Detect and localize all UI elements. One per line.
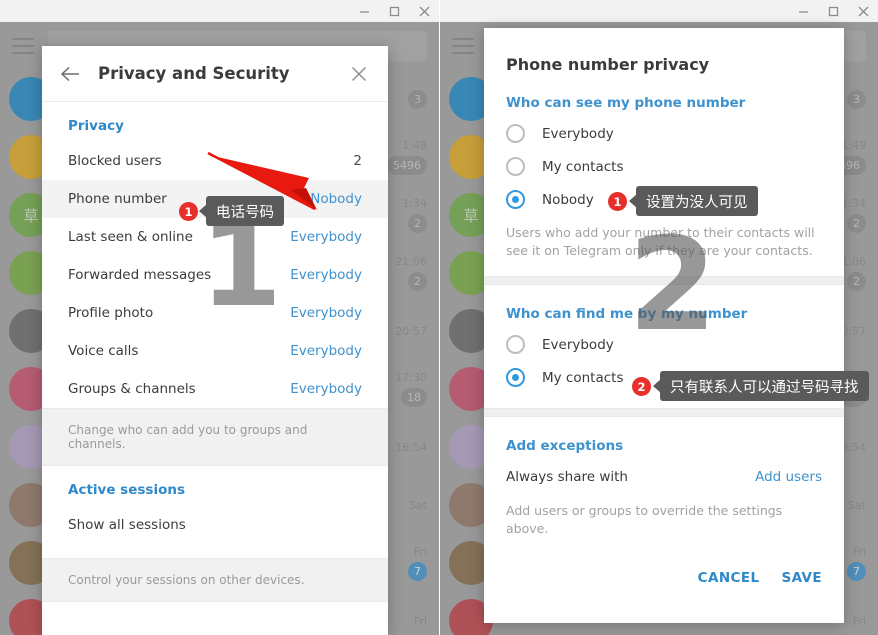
minimize-icon[interactable]: [788, 0, 818, 22]
section-divider-2: [484, 408, 844, 417]
privacy-row-value[interactable]: 2: [353, 153, 362, 169]
telegram-window-right: ...31:49496草1:34221:06220:5717:301816:54…: [440, 0, 878, 635]
radio-label: My contacts: [542, 369, 624, 386]
radio-label: My contacts: [542, 158, 624, 175]
privacy-row-value[interactable]: Everybody: [290, 381, 362, 397]
add-exceptions-hint: Add users or groups to override the sett…: [506, 503, 783, 536]
close-icon[interactable]: [344, 59, 374, 89]
annotation-badge-my-contacts: 2: [632, 377, 651, 396]
privacy-row-value[interactable]: Everybody: [290, 343, 362, 359]
cancel-button[interactable]: CANCEL: [698, 570, 760, 586]
active-sessions-label[interactable]: Active sessions: [42, 466, 388, 506]
privacy-row-groups-channels[interactable]: Groups & channels Everybody: [42, 370, 388, 408]
privacy-section-label: Privacy: [68, 118, 124, 134]
privacy-row-blocked-users[interactable]: Blocked users 2: [42, 142, 388, 180]
privacy-row-label: Phone number: [68, 191, 167, 207]
privacy-row-value[interactable]: Everybody: [290, 267, 362, 283]
add-users-button[interactable]: Add users: [755, 469, 822, 485]
add-exceptions-title: Add exceptions: [506, 438, 624, 454]
annotation-tooltip-my-contacts: 只有联系人可以通过号码寻找: [660, 371, 869, 401]
radio-unselected-icon[interactable]: [506, 124, 525, 143]
close-icon[interactable]: [409, 0, 439, 22]
radio-unselected-icon[interactable]: [506, 335, 525, 354]
back-arrow-icon[interactable]: [56, 59, 86, 89]
minimize-icon[interactable]: [349, 0, 379, 22]
privacy-row-label: Last seen & online: [68, 229, 193, 245]
radio-label: Nobody: [542, 191, 594, 208]
annotation-badge-1: 1: [179, 202, 198, 221]
show-all-sessions-row[interactable]: Show all sessions: [42, 506, 388, 544]
who-can-see-title: Who can see my phone number: [506, 95, 746, 111]
window-divider: [439, 0, 440, 635]
annotation-tooltip-phone-number: 电话号码: [206, 196, 284, 226]
dialog-title: Phone number privacy: [506, 55, 710, 74]
sessions-spacer: [42, 544, 388, 558]
privacy-row-label: Profile photo: [68, 305, 154, 321]
privacy-row-value[interactable]: Everybody: [290, 305, 362, 321]
privacy-row-voice-calls[interactable]: Voice calls Everybody: [42, 332, 388, 370]
radio-selected-icon[interactable]: [506, 190, 525, 209]
annotation-tooltip-nobody: 设置为没人可见: [636, 186, 758, 216]
who-can-see-option-everybody[interactable]: Everybody: [484, 117, 844, 150]
privacy-row-value[interactable]: Everybody: [290, 229, 362, 245]
radio-label: Everybody: [542, 336, 614, 353]
who-can-see-option-my-contacts[interactable]: My contacts: [484, 150, 844, 183]
page-title: Privacy and Security: [98, 64, 290, 83]
radio-unselected-icon[interactable]: [506, 157, 525, 176]
show-all-sessions-label: Show all sessions: [68, 517, 186, 533]
groups-hint: Change who can add you to groups and cha…: [42, 408, 388, 466]
step-number-2: 2: [628, 211, 718, 360]
annotation-badge-nobody: 1: [608, 192, 627, 211]
always-share-with-row: Always share with Add users: [484, 460, 844, 494]
close-icon[interactable]: [848, 0, 878, 22]
privacy-row-label: Voice calls: [68, 343, 139, 359]
privacy-row-label: Groups & channels: [68, 381, 196, 397]
sessions-hint: Control your sessions on other devices.: [42, 558, 388, 602]
radio-label: Everybody: [542, 125, 614, 142]
title-bar-left: [0, 0, 439, 22]
privacy-row-label: Blocked users: [68, 153, 162, 169]
sessions-section: Active sessions Show all sessions: [42, 466, 388, 558]
screenshot-root: e...31:495496草1:34221:06220:5717:301816:…: [0, 0, 878, 635]
dialog-header: Privacy and Security: [42, 46, 388, 102]
save-button[interactable]: SAVE: [781, 570, 822, 586]
always-share-with-label: Always share with: [506, 469, 628, 485]
radio-selected-icon[interactable]: [506, 368, 525, 387]
maximize-icon[interactable]: [379, 0, 409, 22]
title-bar-right: [440, 0, 878, 22]
dialog-actions: CANCEL SAVE: [484, 554, 844, 586]
maximize-icon[interactable]: [818, 0, 848, 22]
privacy-and-security-dialog: Privacy and Security Privacy Blocked use…: [42, 46, 388, 635]
privacy-row-value[interactable]: Nobody: [310, 191, 362, 207]
telegram-window-left: e...31:495496草1:34221:06220:5717:301816:…: [0, 0, 439, 635]
privacy-row-label: Forwarded messages: [68, 267, 212, 283]
